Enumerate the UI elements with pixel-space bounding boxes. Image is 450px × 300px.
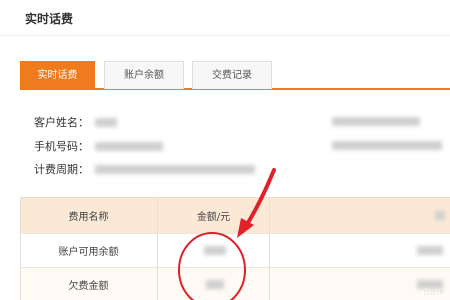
customer-name-row: 客户姓名： [34,114,117,130]
table-header-row: 费用名称 金额/元 [20,198,450,234]
right-info-value-redacted [332,117,420,126]
table-row: 账户可用余额 [20,234,450,268]
tab-bar: 实时话费 账户余额 交费记录 [20,61,450,90]
phone-value-redacted [94,141,163,151]
row-extra-redacted [417,246,443,255]
billing-period-value-redacted [94,164,255,174]
amount-redacted [205,280,224,289]
page-title: 实时话费 [25,12,74,26]
row-fee-name: 账户可用余额 [20,234,158,267]
amount-redacted [203,246,226,255]
table-row: 欠费金额 [20,268,450,300]
billing-period-row: 计费周期： [34,161,255,177]
row-amount [158,268,270,300]
customer-name-value-redacted [94,117,117,127]
phone-row: 手机号码： [34,138,163,154]
billing-period-label: 计费周期： [34,163,89,176]
customer-name-label: 客户姓名： [34,116,89,129]
tab-payment-records[interactable]: 交费记录 [192,61,272,89]
page-header: 实时话费 [0,0,450,36]
row-fee-name: 欠费金额 [20,268,158,300]
tab-account-balance[interactable]: 账户余额 [104,61,184,89]
row-extra [270,234,450,267]
header-extra [270,198,450,233]
row-amount [158,234,270,267]
charges-table: 费用名称 金额/元 账户可用余额 欠费金额 [20,197,450,300]
header-fee-name: 费用名称 [20,198,158,233]
tab-realtime-charges[interactable]: 实时话费 [20,61,95,89]
watermark: Bai▾ [423,287,444,298]
header-amount: 金额/元 [158,198,270,233]
phone-label: 手机号码： [34,140,89,153]
table-left-border [20,197,21,300]
right-info-value-redacted [332,141,442,150]
header-extra-redacted [435,211,445,220]
